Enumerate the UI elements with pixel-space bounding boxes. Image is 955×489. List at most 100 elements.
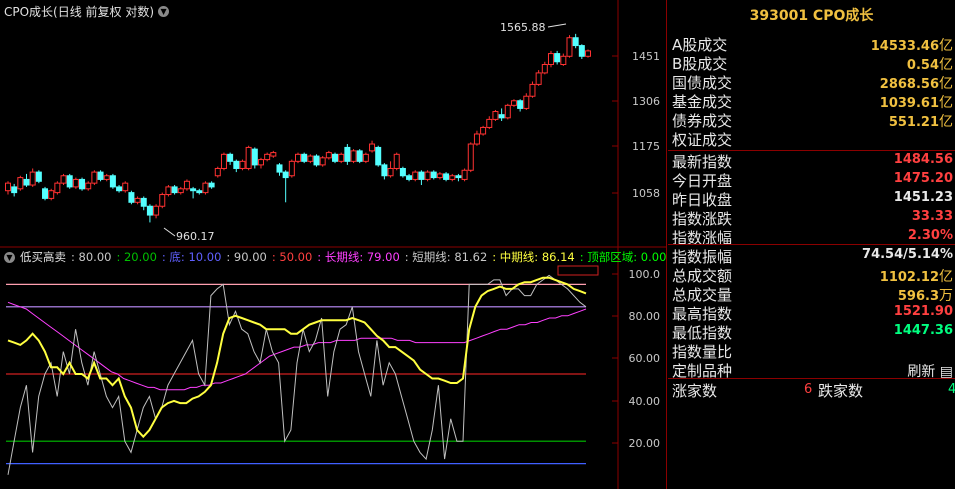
indicator-tick-label: 20.00 [629,437,661,450]
quote-label: 国债成交 [672,74,733,92]
quote-value: 1451.23 [894,190,953,205]
candle-body [190,188,197,192]
candle-body [159,194,166,207]
candle-body [233,160,240,169]
quote-value-number: 2868.56 [879,77,939,92]
quote-unit: 亿 [939,95,953,111]
legend-item: : 短期线: 81.62 [404,250,488,264]
quote-row: 权证成交 [668,129,955,149]
quote-row: 昨日收盘 1451.23 [668,189,955,209]
legend-item: : 底: 10.00 [161,250,222,264]
candle-body [301,153,308,162]
indicator-line [7,301,587,391]
candle-body [91,171,98,184]
candle-body [42,188,49,199]
candle-body [85,182,92,190]
candle-body [369,143,376,152]
chart-title-text: CPO成长(日线 前复权 对数) [4,5,155,19]
candle-body [270,152,277,157]
candle-body [35,171,42,182]
legend-item: : 20.00 [116,250,157,264]
candle-body [430,171,437,179]
quote-value-number: 1039.61 [879,96,939,111]
quote-value: 596.3万 [898,285,953,305]
quote-row: 最高指数 1521.90 [668,303,955,323]
quote-value: 2868.56亿 [880,73,953,93]
quote-label: B股成交 [672,55,728,73]
chart-svg[interactable]: 1451 1306 1175 1058 1565.88 960.17 100.0 80.00 6… [0,0,667,489]
candle-body [523,95,530,109]
high-annotation-leader [547,23,567,28]
quote-value-number: 1475.20 [893,171,953,186]
candle-body [325,152,332,159]
candle-body [449,175,456,180]
legend-item: : 90.00 [226,250,267,264]
price-tick-label: 1306 [632,95,660,108]
chart-area[interactable]: 1451 1306 1175 1058 1565.88 960.17 100.0 80.00 6… [0,0,667,489]
candle-body [356,150,363,162]
quote-value: 1039.61亿 [880,92,953,112]
candle-body [264,153,271,161]
candle-body [560,55,567,66]
panel-divider [668,378,955,379]
quote-unit: 亿 [939,76,953,92]
candle-body [504,104,511,119]
quote-label: 总成交量 [672,286,733,304]
candle-body [554,53,561,63]
index-code-title: 393001 CPO成长 [749,8,874,24]
candle-body [541,64,548,74]
candle-body [60,175,67,184]
candle-body [486,118,493,128]
chevron-down-icon[interactable]: ▼ [4,251,15,263]
candle-body [177,188,184,194]
indicator-legend: ▼ 低买高卖 : 80.00: 20.00: 底: 10.00: 90.00: … [4,249,666,265]
quote-value: 33.33 [912,209,953,224]
candle-body [288,160,295,177]
quote-unit: 万 [939,288,953,304]
candle-body [436,173,443,179]
quote-row: 指数涨跌 33.33 [668,208,955,228]
high-annotation: 1565.88 [500,21,546,34]
indicator-tick-label: 60.00 [629,352,661,365]
candle-body [510,100,517,106]
candle-body [412,171,419,180]
quote-label: A股成交 [672,36,728,54]
legend-item: : 80.00 [71,250,112,264]
quote-value: 551.21亿 [889,111,953,131]
candle-body [547,53,554,66]
quote-value-number: 1102.12 [879,270,939,285]
quote-value: 1521.90 [894,304,953,319]
low-annotation: 960.17 [176,230,215,243]
candle-body [307,155,314,162]
quote-row: 最低指数 1447.36 [668,322,955,342]
candle-body [227,153,234,162]
quote-value: 1475.20 [894,171,953,186]
quote-value-number: 14533.46 [870,39,939,54]
candle-body [79,178,86,190]
quote-label: 总成交额 [672,267,733,285]
candle-body [498,114,505,119]
quote-row: 最新指数 1484.56 [668,151,955,171]
candle-body [257,159,264,166]
candle-body [461,169,468,180]
candle-body [332,153,339,162]
quote-label: 基金成交 [672,93,733,111]
candle-body [344,146,351,162]
quote-value: 1102.12亿 [880,266,953,286]
candle-body [566,37,573,57]
quote-label: 最新指数 [672,153,733,171]
candle-body [202,182,209,194]
quote-row: 国债成交 2868.56亿 [668,72,955,93]
quote-value-number: 596.3 [897,289,939,304]
quote-row: A股成交 14533.46亿 [668,34,955,54]
candle-body [276,164,283,173]
candle-body [319,157,326,166]
quote-label: 债券成交 [672,112,733,130]
indicator-tick-label: 80.00 [629,310,661,323]
candle-body [313,155,320,166]
candle-body [220,153,227,169]
vertical-divider [666,0,667,489]
quote-value-number: 1484.56 [893,152,953,167]
quote-label: 指数振幅 [672,248,733,266]
chevron-down-icon[interactable]: ▼ [158,6,170,17]
